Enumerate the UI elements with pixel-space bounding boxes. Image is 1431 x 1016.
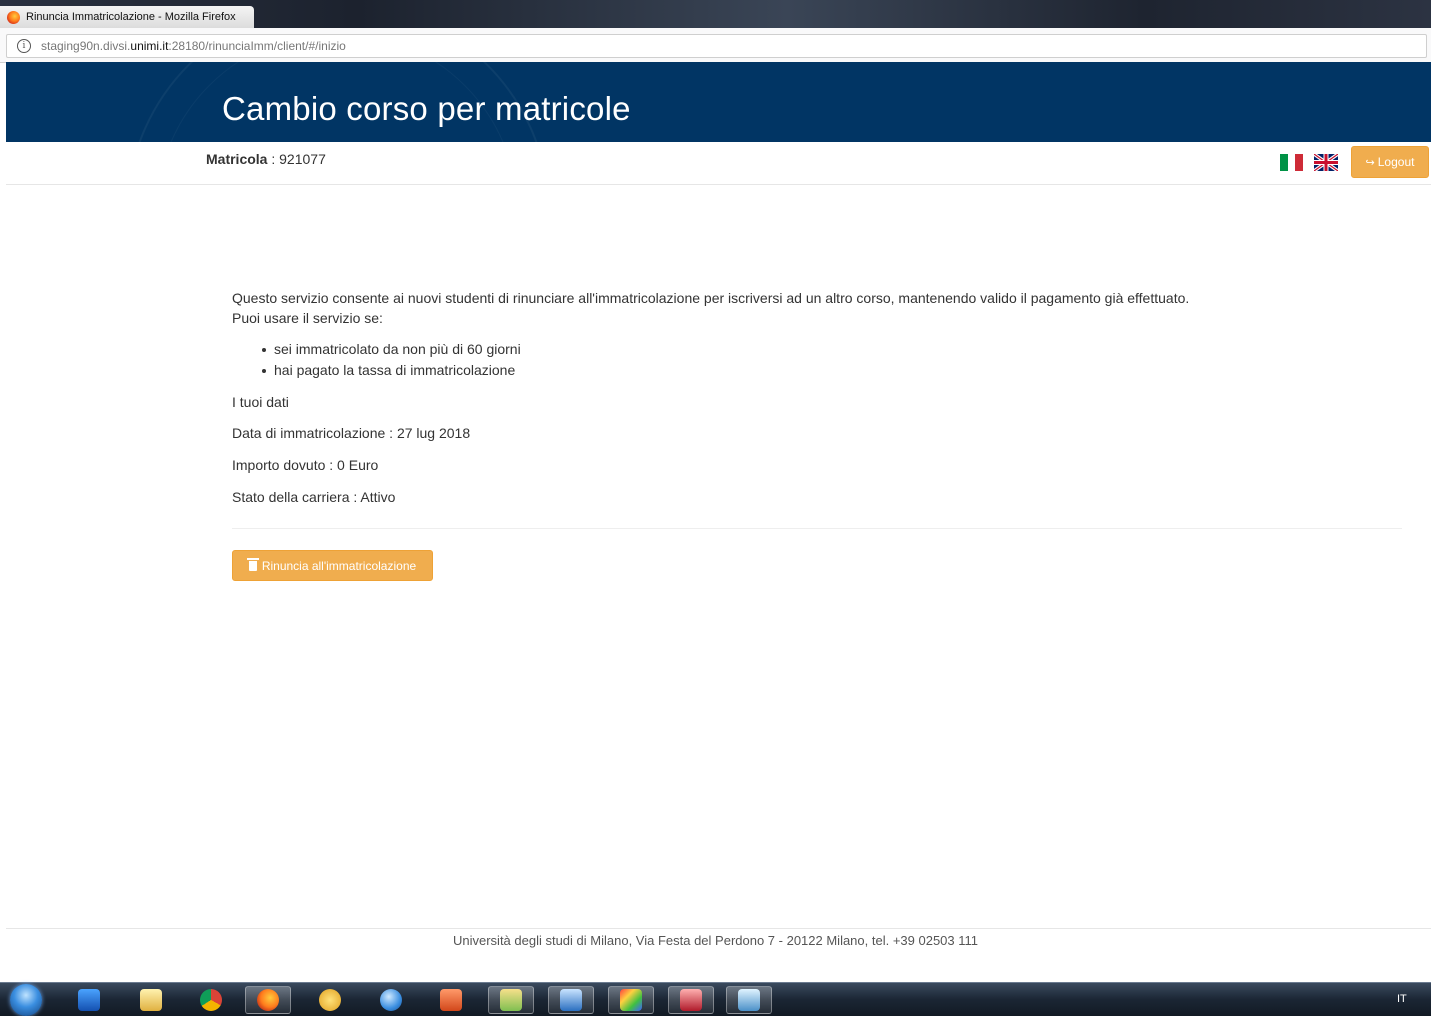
matricola-label: Matricola bbox=[206, 151, 268, 167]
tab-title: Rinuncia Immatricolazione - Mozilla Fire… bbox=[26, 11, 236, 23]
trash-icon bbox=[246, 557, 259, 571]
browser-tab[interactable]: Rinuncia Immatricolazione - Mozilla Fire… bbox=[0, 6, 254, 28]
divider bbox=[232, 528, 1402, 529]
taskbar-paint[interactable] bbox=[488, 986, 534, 1014]
app-icon bbox=[738, 989, 760, 1011]
matricola-separator: : bbox=[267, 151, 280, 167]
language-indicator[interactable]: IT bbox=[1397, 993, 1407, 1005]
url-prefix: staging90n.divsi. bbox=[41, 39, 131, 53]
url-path: :28180/rinunciaImm/client/#/inizio bbox=[168, 39, 346, 53]
footer-text: Università degli studi di Milano, Via Fe… bbox=[452, 933, 979, 948]
media-player-icon bbox=[78, 989, 100, 1011]
taskbar-firefox[interactable] bbox=[245, 986, 291, 1014]
taskbar-powerpoint[interactable] bbox=[428, 986, 474, 1014]
taskbar-chrome[interactable] bbox=[188, 986, 234, 1014]
color-app-icon bbox=[620, 989, 642, 1011]
header-banner: Cambio corso per matricole bbox=[6, 62, 1431, 142]
firefox-icon bbox=[7, 10, 20, 24]
withdraw-enrollment-label: Rinuncia all'immatricolazione bbox=[261, 558, 417, 573]
your-data-heading: I tuoi dati bbox=[232, 394, 289, 410]
taskbar-media-player[interactable] bbox=[66, 986, 112, 1014]
conditions-intro: Puoi usare il servizio se: bbox=[232, 310, 383, 326]
uk-flag-graphic bbox=[1314, 154, 1338, 171]
remote-desktop-icon bbox=[560, 989, 582, 1011]
globe-icon bbox=[380, 989, 402, 1011]
enrollment-date: Data di immatricolazione : 27 lug 2018 bbox=[232, 425, 471, 441]
folder-icon bbox=[140, 989, 162, 1011]
intro-text: Questo servizio consente ai nuovi studen… bbox=[232, 290, 1190, 306]
sign-out-icon: ↪ bbox=[1365, 156, 1375, 169]
url-domain: unimi.it bbox=[130, 39, 169, 53]
list-item: hai pagato la tassa di immatricolazione bbox=[258, 360, 521, 381]
paint-icon bbox=[500, 989, 522, 1011]
taskbar-app[interactable] bbox=[726, 986, 772, 1014]
taskbar-network[interactable] bbox=[368, 986, 414, 1014]
browser-title-bar: Rinuncia Immatricolazione - Mozilla Fire… bbox=[0, 0, 1431, 28]
matricola-value: 921077 bbox=[279, 151, 326, 167]
logout-button[interactable]: ↪ Logout bbox=[1351, 146, 1429, 178]
logout-label: Logout bbox=[1377, 155, 1415, 169]
amount-due: Importo dovuto : 0 Euro bbox=[232, 457, 379, 473]
access-icon bbox=[680, 989, 702, 1011]
address-bar[interactable]: i staging90n.divsi. unimi.it:28180/rinunc… bbox=[6, 34, 1427, 58]
powerpoint-icon bbox=[440, 989, 462, 1011]
user-info-bar: Matricola : 921077 ↪ Logout bbox=[6, 142, 1431, 185]
matricola-info: Matricola : 921077 bbox=[206, 151, 326, 167]
taskbar-outlook[interactable] bbox=[307, 986, 353, 1014]
uk-flag-icon[interactable] bbox=[1314, 154, 1338, 171]
page-title: Cambio corso per matricole bbox=[222, 90, 631, 127]
firefox-icon bbox=[257, 989, 279, 1011]
list-item: sei immatricolato da non più di 60 giorn… bbox=[258, 339, 521, 360]
italian-flag-icon[interactable] bbox=[1280, 154, 1304, 171]
chrome-icon bbox=[200, 989, 222, 1011]
taskbar: IT bbox=[0, 982, 1431, 1016]
career-status: Stato della carriera : Attivo bbox=[232, 489, 396, 505]
info-icon[interactable]: i bbox=[17, 39, 31, 53]
mail-icon bbox=[319, 989, 341, 1011]
taskbar-access[interactable] bbox=[668, 986, 714, 1014]
conditions-list: sei immatricolato da non più di 60 giorn… bbox=[258, 339, 521, 381]
windows-start-icon[interactable] bbox=[10, 984, 42, 1016]
footer-divider bbox=[6, 928, 1431, 929]
taskbar-color-app[interactable] bbox=[608, 986, 654, 1014]
withdraw-enrollment-button[interactable]: Rinuncia all'immatricolazione bbox=[232, 550, 433, 581]
browser-toolbar: i staging90n.divsi. unimi.it:28180/rinunc… bbox=[0, 28, 1431, 63]
taskbar-remote-desktop[interactable] bbox=[548, 986, 594, 1014]
taskbar-explorer[interactable] bbox=[128, 986, 174, 1014]
